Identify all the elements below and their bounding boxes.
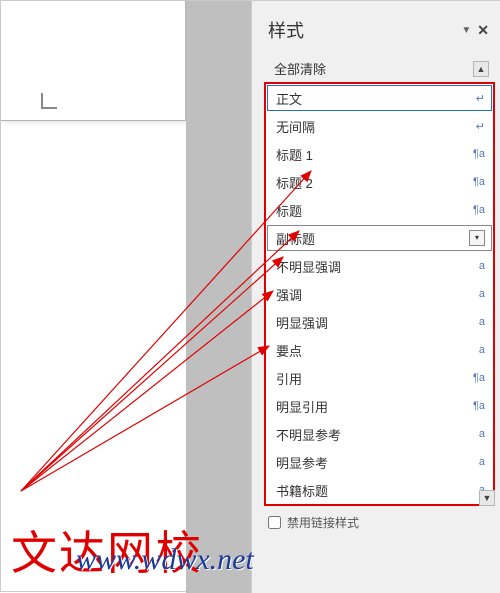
disable-linked-styles-label: 禁用链接样式 — [287, 514, 359, 531]
document-page — [1, 1, 186, 121]
style-row[interactable]: 标题 1 ¶a — [266, 140, 493, 168]
style-label: 明显强调 — [276, 313, 328, 332]
style-row[interactable]: 标题 2 ¶a — [266, 168, 493, 196]
style-row[interactable]: 副标题 ▾ — [266, 224, 493, 252]
style-label: 引用 — [276, 369, 302, 388]
styles-list: 正文↵无间隔↵标题 1¶a标题 2¶a标题¶a副标题▾不明显强调a强调a明显强调… — [264, 82, 495, 506]
style-label: 正文 — [276, 89, 302, 108]
style-row[interactable]: 不明显参考 a — [266, 420, 493, 448]
style-row[interactable]: 明显强调 a — [266, 308, 493, 336]
style-type-marker: a — [479, 260, 485, 272]
style-row[interactable]: 强调 a — [266, 280, 493, 308]
page-corner-mark — [41, 93, 57, 109]
style-type-marker: a — [479, 344, 485, 356]
clear-all-label: 全部清除 — [274, 59, 326, 78]
style-dropdown-button[interactable]: ▾ — [469, 230, 485, 246]
style-label: 强调 — [276, 285, 302, 304]
disable-linked-styles-checkbox[interactable] — [268, 516, 281, 529]
style-label: 不明显强调 — [276, 257, 341, 276]
style-row[interactable]: 明显引用 ¶a — [266, 392, 493, 420]
style-label: 副标题 — [276, 229, 315, 248]
style-label: 无间隔 — [276, 117, 315, 136]
style-row[interactable]: 不明显强调 a — [266, 252, 493, 280]
style-type-marker: ¶a — [473, 372, 485, 384]
style-row[interactable]: 正文 ↵ — [266, 84, 493, 112]
panel-header: 样式 ▼ ✕ — [252, 1, 500, 53]
style-type-marker: a — [479, 456, 485, 468]
style-type-marker: ¶a — [473, 176, 485, 188]
styles-panel: 样式 ▼ ✕ 全部清除 ▲ 正文 ↵ 无间隔 ↵ 标题 1 ¶a 标题 2 ¶a 标题 ¶a 副标题… — [251, 1, 500, 593]
style-type-marker: ↵ — [476, 92, 485, 105]
style-type-marker: ↵ — [476, 120, 485, 133]
styles-list-wrap: 全部清除 ▲ 正文 ↵ 无间隔 ↵ 标题 1 ¶a 标题 2 ¶a 标题 ¶a 副标题 ▾ 不明显强调 a… — [264, 55, 495, 506]
style-label: 标题 1 — [276, 145, 313, 164]
clear-all-row[interactable]: 全部清除 ▲ — [264, 55, 495, 82]
style-label: 标题 2 — [276, 173, 313, 192]
style-label: 书籍标题 — [276, 481, 328, 500]
style-label: 不明显参考 — [276, 425, 341, 444]
style-label: 标题 — [276, 201, 302, 220]
style-type-marker: a — [479, 316, 485, 328]
style-row[interactable]: 要点 a — [266, 336, 493, 364]
panel-close-button[interactable]: ✕ — [477, 22, 489, 39]
panel-menu-caret[interactable]: ▼ — [461, 25, 471, 36]
style-label: 明显引用 — [276, 397, 328, 416]
panel-title: 样式 — [268, 17, 304, 43]
disable-linked-styles-row[interactable]: 禁用链接样式 — [252, 508, 500, 537]
style-type-marker: ¶a — [473, 400, 485, 412]
style-type-marker: a — [479, 428, 485, 440]
style-label: 要点 — [276, 341, 302, 360]
style-row[interactable]: 引用 ¶a — [266, 364, 493, 392]
panel-controls: ▼ ✕ — [461, 22, 489, 39]
style-row[interactable]: 无间隔 ↵ — [266, 112, 493, 140]
style-row[interactable]: 标题 ¶a — [266, 196, 493, 224]
scroll-down-button[interactable]: ▼ — [479, 490, 495, 506]
gutter — [186, 1, 251, 593]
style-type-marker: ¶a — [473, 148, 485, 160]
scroll-up-button[interactable]: ▲ — [473, 61, 489, 77]
style-label: 明显参考 — [276, 453, 328, 472]
style-row[interactable]: 书籍标题a — [266, 476, 493, 504]
style-type-marker: a — [479, 288, 485, 300]
style-row[interactable]: 明显参考 a — [266, 448, 493, 476]
style-type-marker: ¶a — [473, 204, 485, 216]
